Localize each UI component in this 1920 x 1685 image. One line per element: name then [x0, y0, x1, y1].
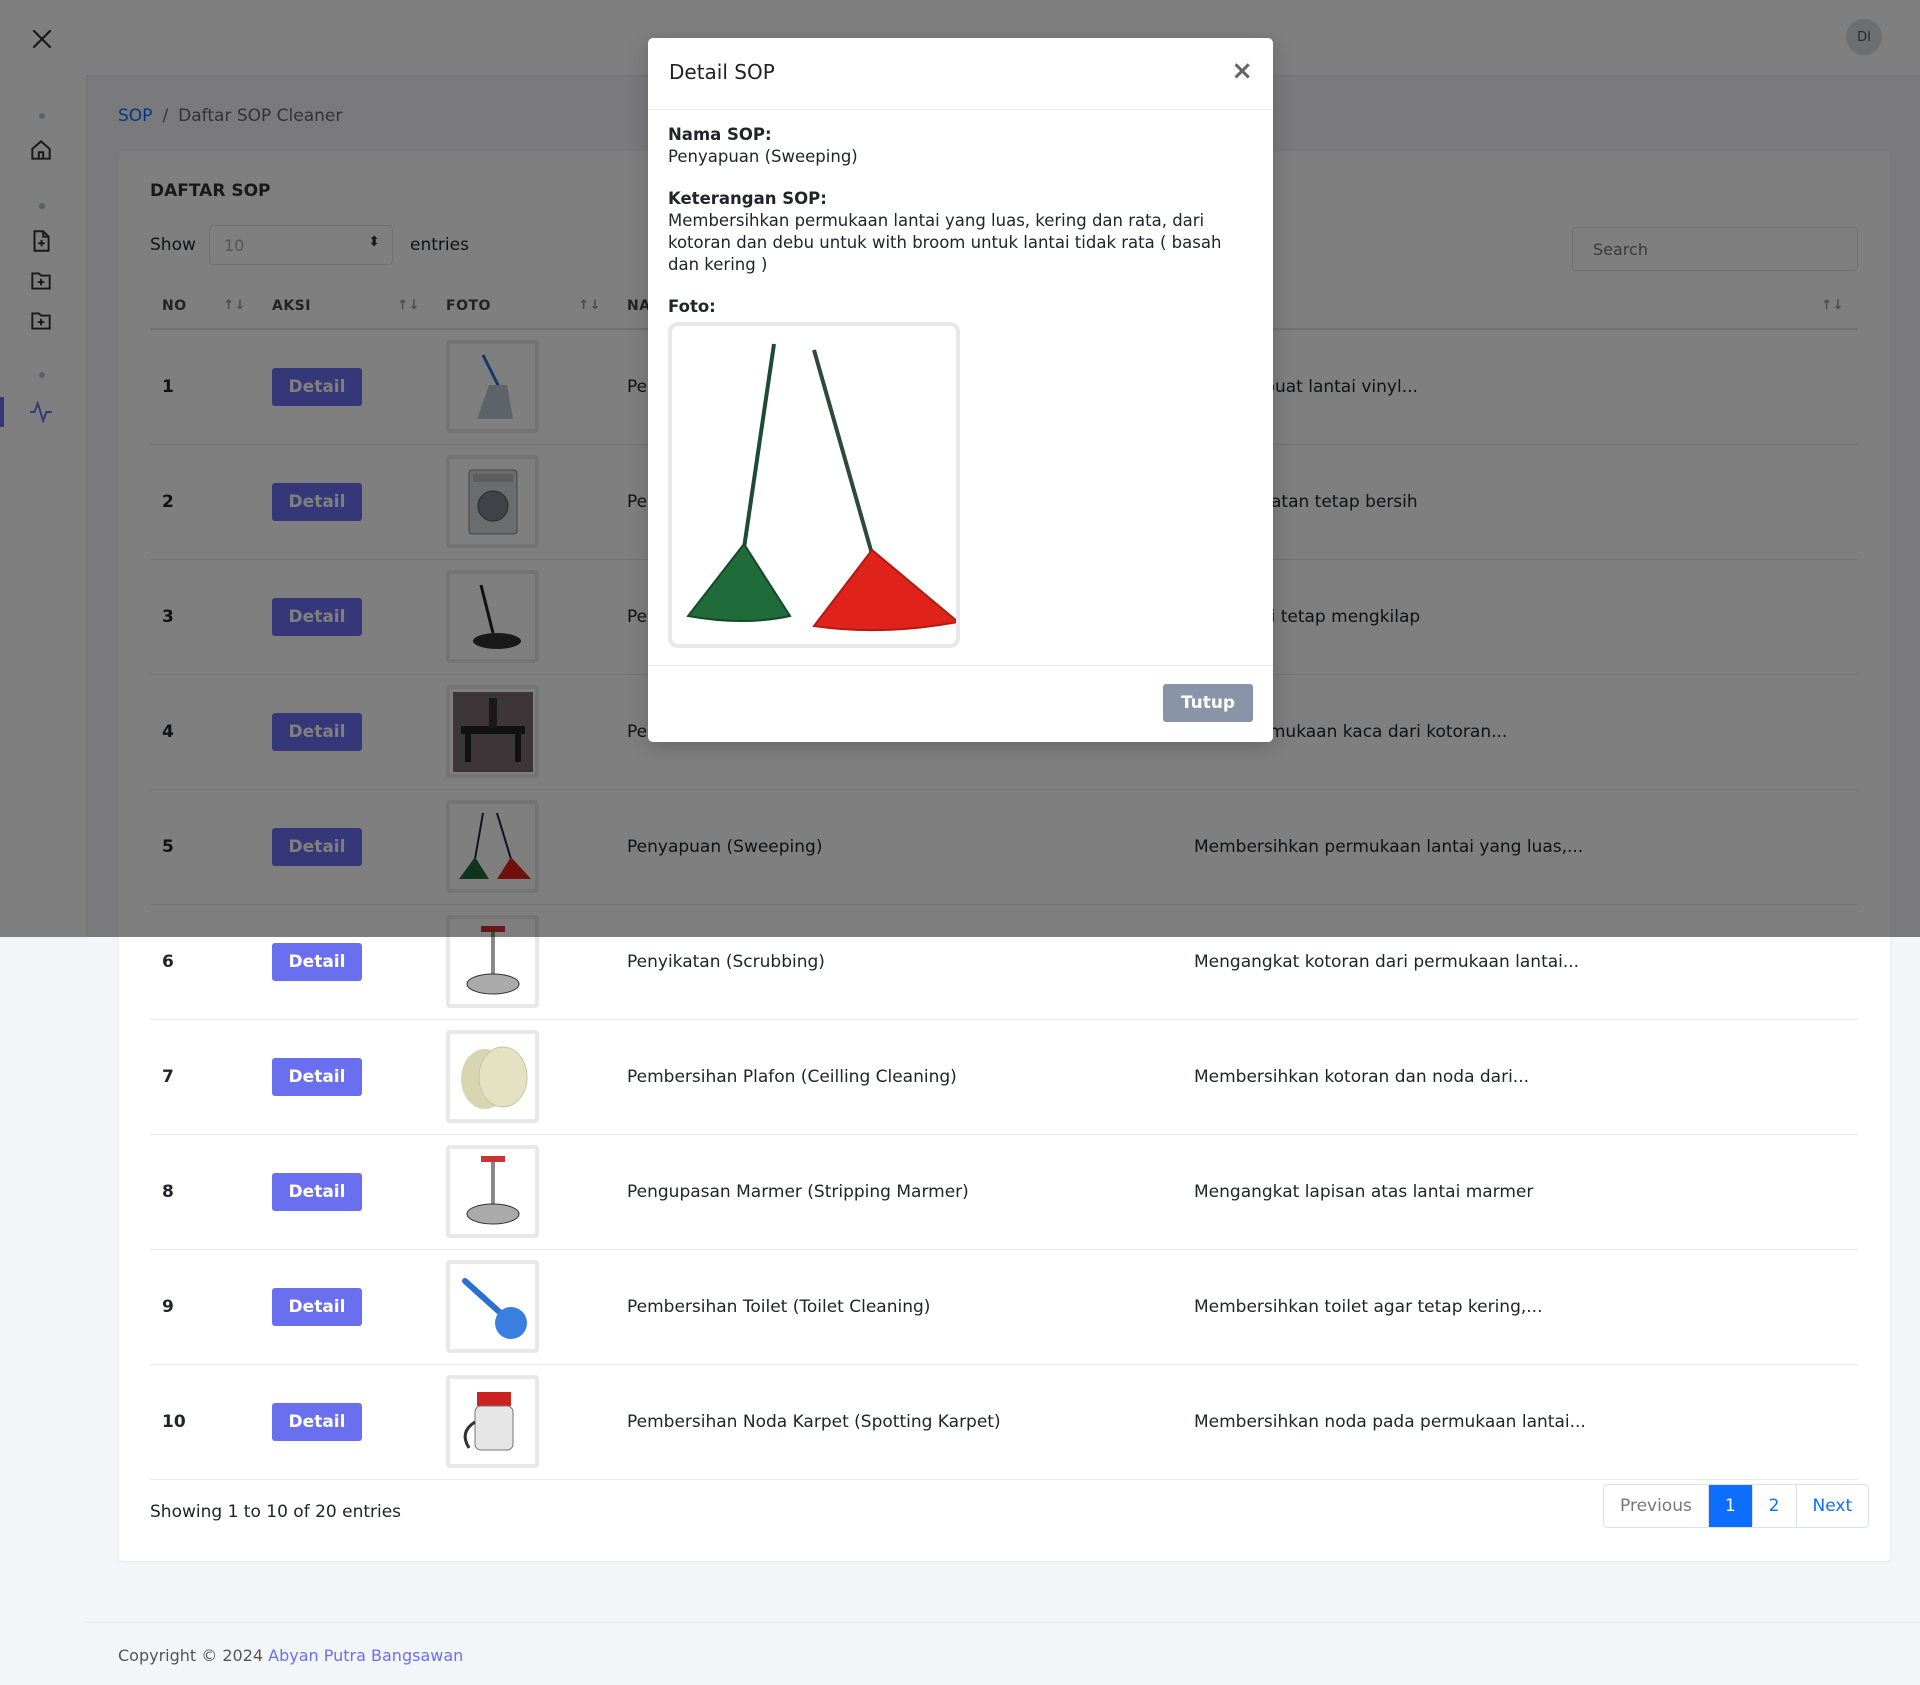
- table-row: 7 Detail Pembersihan Plafon (Ceilling Clea…: [150, 1019, 1858, 1135]
- detail-button[interactable]: Detail: [272, 1402, 362, 1441]
- row-name: Pembersihan Noda Karpet (Spotting Karpet…: [615, 1364, 1182, 1480]
- footer-copyright: Copyright © 2024: [118, 1646, 264, 1665]
- footer-author-link[interactable]: Abyan Putra Bangsawan: [268, 1646, 463, 1665]
- row-photo: [434, 1134, 615, 1250]
- row-photo: [434, 1249, 615, 1365]
- row-name: Pengupasan Marmer (Stripping Marmer): [615, 1134, 1182, 1250]
- row-action: Detail: [260, 1364, 434, 1480]
- row-action: Detail: [260, 1249, 434, 1365]
- row-action: Detail: [260, 1134, 434, 1250]
- row-photo: [434, 1364, 615, 1480]
- toilet-brush-icon: [446, 1260, 539, 1353]
- footer-divider: [86, 1622, 1920, 1623]
- detail-button[interactable]: Detail: [272, 1057, 362, 1096]
- footer: Copyright © 2024 Abyan Putra Bangsawan: [118, 1646, 463, 1665]
- row-name: Pembersihan Plafon (Ceilling Cleaning): [615, 1019, 1182, 1135]
- sop-name-value: Penyapuan (Sweeping): [668, 147, 858, 166]
- row-description: Mengangkat lapisan atas lantai marmer: [1182, 1134, 1858, 1250]
- row-number: 9: [150, 1249, 260, 1365]
- close-icon[interactable]: ×: [1231, 56, 1253, 86]
- vacuum-icon: [446, 1375, 539, 1468]
- modal-body: Nama SOP: Penyapuan (Sweeping) Keteranga…: [668, 124, 1253, 648]
- pagination-page-2[interactable]: 2: [1751, 1485, 1796, 1527]
- modal-footer: Tutup: [648, 665, 1273, 742]
- pagination-page-1[interactable]: 1: [1707, 1485, 1752, 1527]
- row-description: Membersihkan noda pada permukaan lantai.…: [1182, 1364, 1858, 1480]
- cleaning-pad-icon: [446, 1030, 539, 1123]
- close-button[interactable]: Tutup: [1163, 684, 1253, 722]
- sop-name-label: Nama SOP:: [668, 125, 772, 144]
- table-row: 10 Detail Pembersihan Noda Karpet (Spottin…: [150, 1364, 1858, 1480]
- detail-button[interactable]: Detail: [272, 942, 362, 981]
- pagination-previous[interactable]: Previous: [1604, 1485, 1708, 1527]
- table-info: Showing 1 to 10 of 20 entries: [150, 1502, 402, 1522]
- modal-title: Detail SOP: [669, 60, 775, 84]
- floor-scrubber-icon: [446, 1145, 539, 1238]
- row-number: 10: [150, 1364, 260, 1480]
- table-row: 9 Detail Pembersihan Toilet (Toilet Cleani…: [150, 1249, 1858, 1365]
- row-number: 7: [150, 1019, 260, 1135]
- row-description: Membersihkan kotoran dan noda dari...: [1182, 1019, 1858, 1135]
- sop-description-value: Membersihkan permukaan lantai yang luas,…: [668, 211, 1222, 274]
- pagination: Previous 1 2 Next: [1603, 1484, 1870, 1528]
- sop-photo: [668, 322, 960, 648]
- table-row: 8 Detail Pengupasan Marmer (Stripping Marm…: [150, 1134, 1858, 1250]
- sop-description-label: Keterangan SOP:: [668, 189, 827, 208]
- row-name: Pembersihan Toilet (Toilet Cleaning): [615, 1249, 1182, 1365]
- detail-sop-modal: Detail SOP × Nama SOP: Penyapuan (Sweepi…: [648, 38, 1273, 742]
- row-number: 8: [150, 1134, 260, 1250]
- row-description: Membersihkan toilet agar tetap kering,..…: [1182, 1249, 1858, 1365]
- broom-icon: [686, 343, 956, 632]
- modal-header: Detail SOP ×: [648, 38, 1273, 110]
- pagination-next[interactable]: Next: [1795, 1485, 1869, 1527]
- row-photo: [434, 1019, 615, 1135]
- detail-button[interactable]: Detail: [272, 1172, 362, 1211]
- sop-photo-label: Foto:: [668, 297, 716, 316]
- row-action: Detail: [260, 1019, 434, 1135]
- detail-button[interactable]: Detail: [272, 1287, 362, 1326]
